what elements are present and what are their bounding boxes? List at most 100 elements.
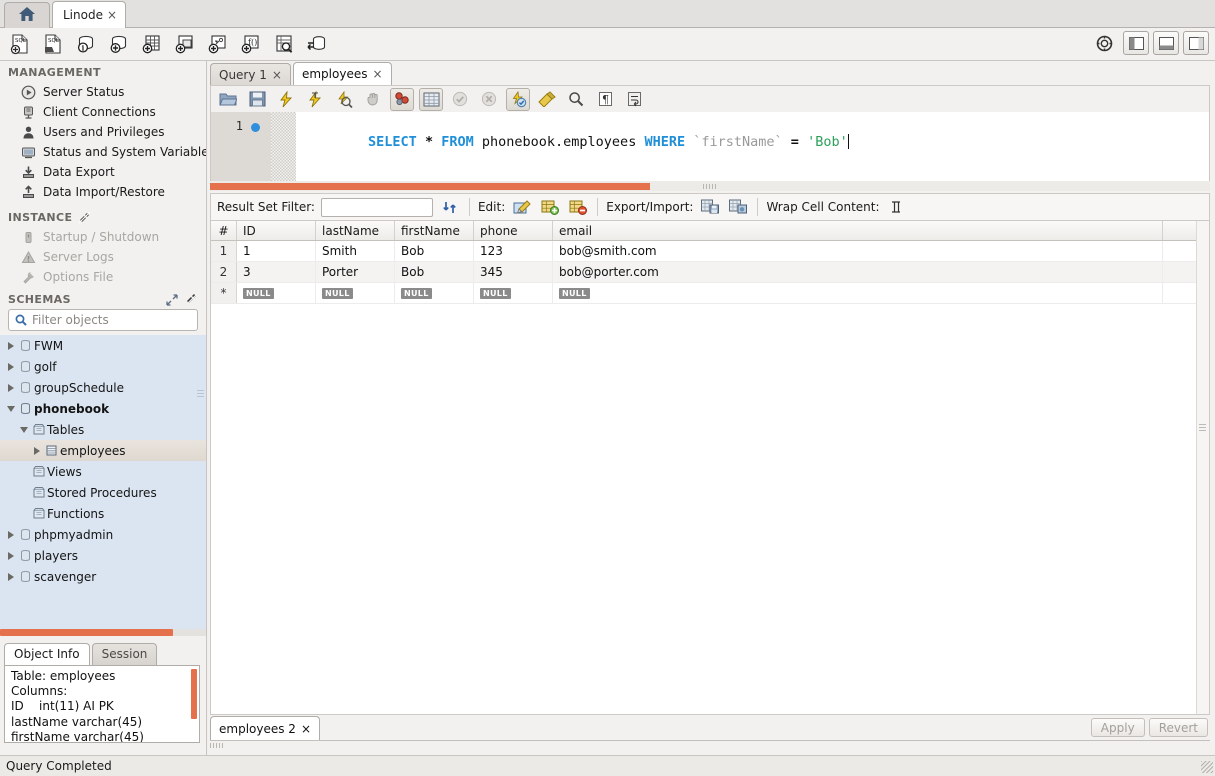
cell-email-null[interactable]: NULL [553, 283, 1163, 303]
sql-code-editor[interactable]: 1 SELECT * FROM phonebook.employees WHER… [210, 112, 1210, 184]
column-header-id[interactable]: ID [237, 221, 316, 240]
toggle-autocommit-icon[interactable] [506, 88, 530, 111]
tab-session[interactable]: Session [92, 643, 158, 665]
export-recordset-icon[interactable] [699, 197, 721, 218]
sidebar-item-server-status[interactable]: Server Status [0, 82, 206, 102]
sidebar-item-data-export[interactable]: Data Export [0, 162, 206, 182]
tree-item-scavenger[interactable]: scavenger [0, 566, 206, 587]
sidebar-item-server-logs[interactable]: Server Logs [0, 247, 206, 267]
new-view-icon[interactable] [171, 31, 199, 57]
chevron-right-icon[interactable] [30, 447, 43, 455]
edit-cell-icon[interactable] [511, 197, 533, 218]
column-header-email[interactable]: email [553, 221, 1163, 240]
beautify-query-icon[interactable] [535, 88, 559, 111]
toggle-secondary-sidebar-icon[interactable] [1183, 31, 1209, 55]
refresh-icon[interactable] [185, 293, 198, 306]
tree-item-tables[interactable]: Tables [0, 419, 206, 440]
result-grid-vertical-scrollbar[interactable] [1196, 221, 1209, 714]
toggle-output-icon[interactable] [1153, 31, 1179, 55]
tab-object-info[interactable]: Object Info [4, 643, 90, 665]
sidebar-item-users-and-privileges[interactable]: Users and Privileges [0, 122, 206, 142]
sidebar-item-client-connections[interactable]: Client Connections [0, 102, 206, 122]
new-function-icon[interactable]: f() [237, 31, 265, 57]
sidebar-item-options-file[interactable]: Options File [0, 267, 206, 287]
chevron-right-icon[interactable] [4, 363, 17, 371]
cell-email[interactable]: bob@smith.com [553, 241, 1163, 261]
sidebar-item-startup-shutdown[interactable]: Startup / Shutdown [0, 227, 206, 247]
expand-icon[interactable] [166, 294, 178, 306]
tree-item-functions[interactable]: Functions [0, 503, 206, 524]
result-grid[interactable]: # ID lastName firstName phone email 1 1 … [210, 220, 1210, 715]
cell-phone[interactable]: 123 [474, 241, 553, 261]
admin-gear-icon[interactable] [1096, 35, 1113, 52]
cell-firstname[interactable]: Bob [395, 262, 474, 282]
chevron-down-icon[interactable] [17, 427, 30, 433]
tree-item-golf[interactable]: golf [0, 356, 206, 377]
execute-current-statement-icon[interactable] [303, 88, 327, 111]
connect-to-database-icon[interactable]: i [72, 31, 100, 57]
new-table-icon[interactable] [138, 31, 166, 57]
window-resize-grip[interactable] [1201, 761, 1213, 773]
chevron-right-icon[interactable] [4, 573, 17, 581]
new-stored-procedure-icon[interactable] [204, 31, 232, 57]
column-header-firstname[interactable]: firstName [395, 221, 474, 240]
explain-query-icon[interactable] [332, 88, 356, 111]
refresh-result-icon[interactable] [439, 197, 461, 218]
chevron-right-icon[interactable] [4, 531, 17, 539]
tree-item-stored-procedures[interactable]: Stored Procedures [0, 482, 206, 503]
tab-employees[interactable]: employees × [293, 62, 392, 85]
cell-id[interactable]: 1 [237, 241, 316, 261]
result-set-filter-input[interactable] [321, 198, 433, 217]
cell-lastname-null[interactable]: NULL [316, 283, 395, 303]
wrap-cell-icon[interactable] [886, 197, 908, 218]
tree-item-groupschedule[interactable]: groupSchedule [0, 377, 206, 398]
result-tab-employees-2[interactable]: employees 2 × [210, 716, 320, 741]
revert-button[interactable]: Revert [1149, 718, 1208, 737]
new-sql-tab-icon[interactable]: SQL [6, 31, 34, 57]
cell-phone-null[interactable]: NULL [474, 283, 553, 303]
stop-execution-icon[interactable] [361, 88, 385, 111]
close-icon[interactable]: × [107, 8, 117, 22]
schema-tree[interactable]: FWM golf groupSchedule phonebook [0, 335, 206, 636]
close-icon[interactable]: × [272, 68, 282, 82]
toggle-schema-sidebar-icon[interactable] [390, 88, 414, 111]
edit-table-data-icon[interactable] [270, 31, 298, 57]
toggle-results-grid-icon[interactable] [419, 88, 443, 111]
object-info-vertical-scrollbar[interactable] [191, 669, 197, 719]
filter-objects-input[interactable]: Filter objects [8, 309, 198, 331]
open-sql-script-icon[interactable]: SQL [39, 31, 67, 57]
chevron-right-icon[interactable] [4, 552, 17, 560]
import-recordset-icon[interactable] [727, 197, 749, 218]
output-splitter-grip[interactable] [210, 743, 224, 748]
tree-item-views[interactable]: Views [0, 461, 206, 482]
table-row-placeholder[interactable]: * NULL NULL NULL NULL NULL [211, 283, 1209, 304]
cell-lastname[interactable]: Porter [316, 262, 395, 282]
schema-tree-scroll-grip[interactable] [197, 389, 204, 397]
cell-id[interactable]: 3 [237, 262, 316, 282]
cell-lastname[interactable]: Smith [316, 241, 395, 261]
save-script-icon[interactable] [245, 88, 269, 111]
cell-phone[interactable]: 345 [474, 262, 553, 282]
sidebar-item-status-and-system-variables[interactable]: Status and System Variables [0, 142, 206, 162]
column-header-phone[interactable]: phone [474, 221, 553, 240]
result-grid-scroll-grip[interactable] [1199, 423, 1206, 431]
connection-tab-linode[interactable]: Linode × [52, 1, 126, 28]
chevron-down-icon[interactable] [4, 406, 17, 412]
table-row[interactable]: 1 1 Smith Bob 123 bob@smith.com [211, 241, 1209, 262]
new-schema-icon[interactable] [105, 31, 133, 57]
cell-firstname-null[interactable]: NULL [395, 283, 474, 303]
toggle-sidebar-icon[interactable] [1123, 31, 1149, 55]
rollback-icon[interactable] [477, 88, 501, 111]
tree-item-phonebook[interactable]: phonebook [0, 398, 206, 419]
tab-query-1[interactable]: Query 1 × [210, 63, 291, 85]
tree-item-fwm[interactable]: FWM [0, 335, 206, 356]
tree-item-phpmyadmin[interactable]: phpmyadmin [0, 524, 206, 545]
toggle-word-wrap-icon[interactable] [622, 88, 646, 111]
sidebar-item-data-import-restore[interactable]: Data Import/Restore [0, 182, 206, 202]
chevron-right-icon[interactable] [4, 384, 17, 392]
home-tab[interactable] [4, 2, 50, 28]
close-icon[interactable]: × [372, 67, 382, 81]
tree-item-employees[interactable]: employees [0, 440, 206, 461]
cell-email[interactable]: bob@porter.com [553, 262, 1163, 282]
editor-splitter-grip[interactable] [703, 184, 717, 189]
